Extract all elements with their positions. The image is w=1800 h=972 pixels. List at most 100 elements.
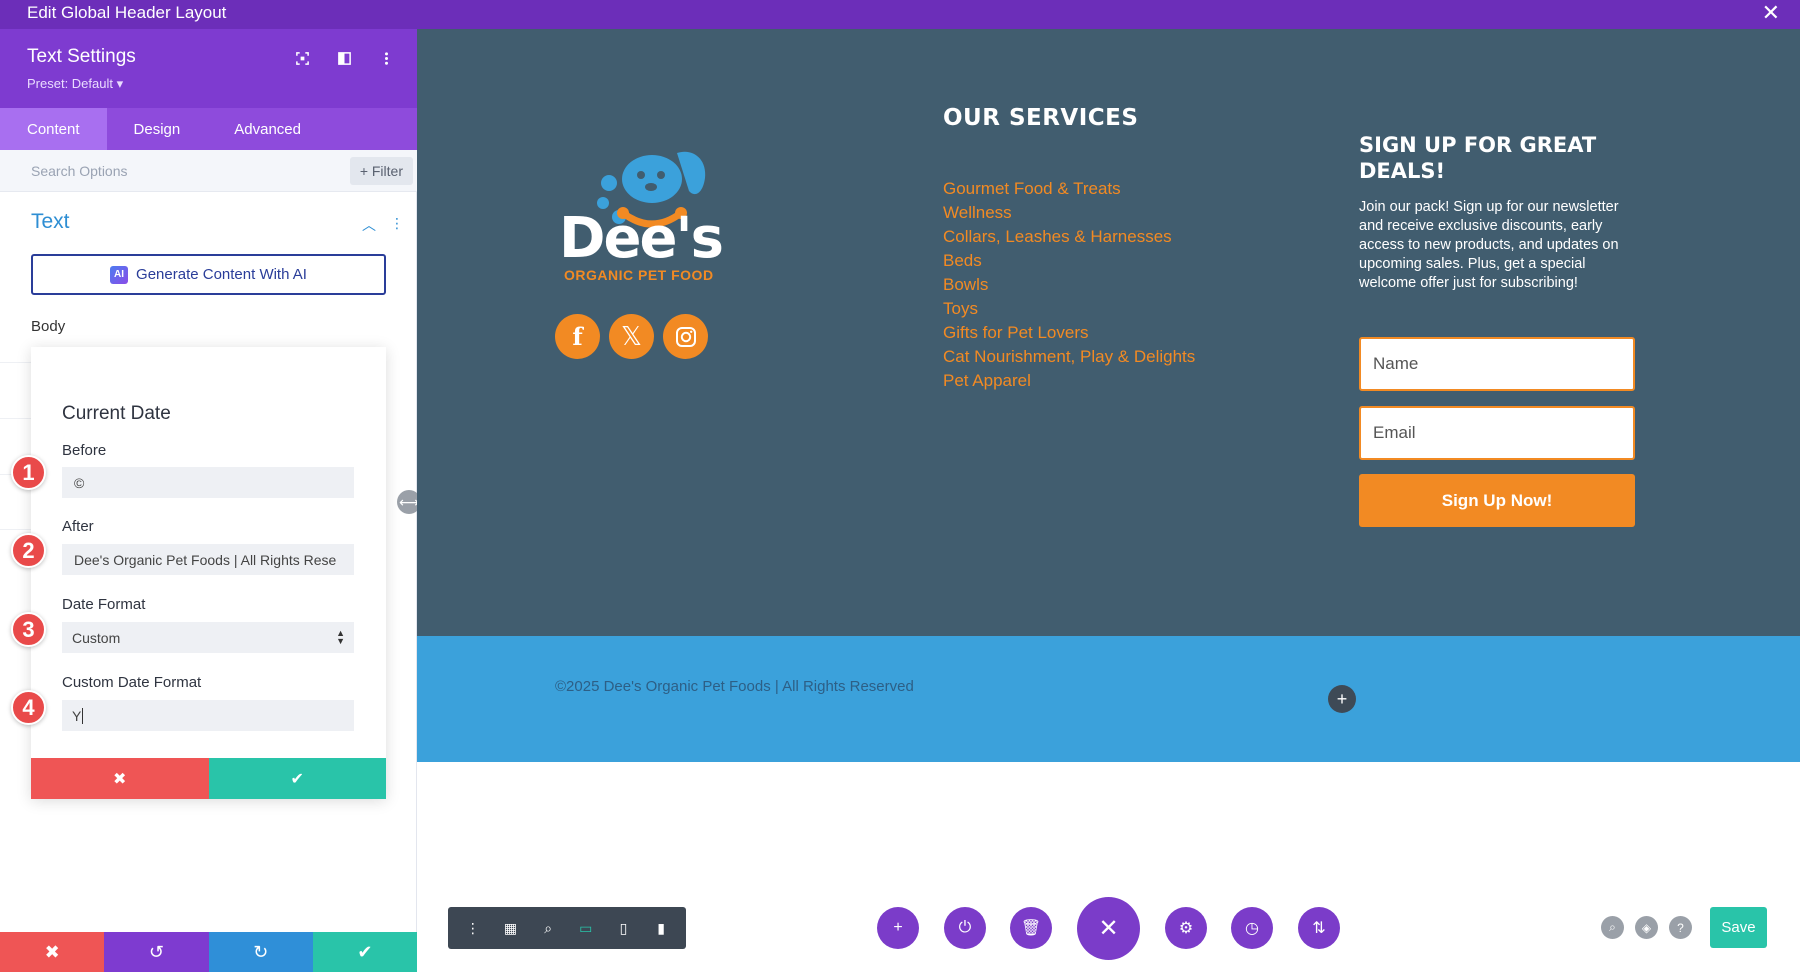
text-section-title[interactable]: Text [31, 210, 70, 234]
social-links: f 𝕏 [555, 314, 708, 359]
layers-icon[interactable]: ◈ [1635, 916, 1658, 939]
service-link[interactable]: Toys [943, 297, 1195, 321]
custom-format-field[interactable]: Y [62, 700, 354, 731]
copyright-text[interactable]: ©2025 Dee's Organic Pet Foods | All Righ… [555, 678, 914, 695]
zoom-icon[interactable]: ⌕ [535, 915, 561, 941]
power-icon[interactable]: ⏻ [944, 907, 986, 949]
history-icon[interactable]: ◷ [1231, 907, 1273, 949]
add-module-button[interactable]: + [877, 907, 919, 949]
signup-button[interactable]: Sign Up Now! [1359, 474, 1635, 527]
split-view-icon[interactable] [333, 47, 355, 69]
service-link[interactable]: Pet Apparel [943, 369, 1195, 393]
before-field[interactable] [62, 467, 354, 498]
before-label: Before [62, 442, 107, 459]
after-field[interactable] [62, 544, 354, 575]
tab-design[interactable]: Design [107, 108, 208, 150]
popup-title: Current Date [62, 403, 171, 424]
copyright-section [417, 636, 1800, 762]
wireframe-icon[interactable]: ▦ [497, 915, 523, 941]
annotation-3: 3 [11, 612, 46, 647]
date-format-select[interactable]: Custom ▲ ▼ [62, 622, 354, 653]
redo-button[interactable]: ↻ [208, 932, 313, 972]
panel-header: Text Settings Preset: Default ▾ [0, 29, 417, 108]
apply-button[interactable]: ✔ [312, 932, 417, 972]
after-label: After [62, 518, 94, 535]
redo-icon: ↻ [253, 941, 269, 962]
brand-tagline: ORGANIC PET FOOD [564, 267, 714, 283]
phone-view-icon[interactable]: ▮ [648, 915, 674, 941]
undo-button[interactable]: ↺ [104, 932, 209, 972]
brand-name: Dee's [559, 206, 724, 271]
ai-icon: AI [110, 265, 129, 284]
x-twitter-icon[interactable]: 𝕏 [609, 314, 654, 359]
services-title: OUR SERVICES [943, 105, 1139, 131]
filter-button[interactable]: + Filter [349, 157, 413, 185]
check-icon: ✔ [290, 770, 304, 788]
annotation-4: 4 [11, 690, 46, 725]
right-tools: ⌕ ◈ ? [1601, 916, 1692, 939]
undo-icon: ↺ [148, 941, 164, 962]
signup-description: Join our pack! Sign up for our newslette… [1359, 199, 1619, 291]
more-options-icon[interactable]: ⋮ [460, 915, 486, 941]
help-icon[interactable]: ? [1669, 916, 1692, 939]
close-icon: ✖ [113, 770, 127, 788]
fullscreen-icon[interactable] [291, 47, 313, 69]
trash-icon[interactable]: 🗑 [1010, 907, 1052, 949]
annotation-2: 2 [11, 533, 46, 568]
close-icon[interactable]: ✕ [1762, 0, 1780, 26]
signup-title: SIGN UP FOR GREAT DEALS! [1359, 133, 1597, 183]
portability-icon[interactable]: ⇅ [1298, 907, 1340, 949]
tab-content[interactable]: Content [0, 108, 107, 150]
tab-advanced[interactable]: Advanced [207, 108, 328, 150]
popup-cancel-button[interactable]: ✖ [31, 758, 209, 799]
generate-ai-button[interactable]: AI Generate Content With AI [31, 254, 386, 295]
panel-tabs: Content Design Advanced [0, 108, 417, 150]
tablet-view-icon[interactable]: ▯ [610, 915, 636, 941]
custom-format-value: Y [72, 707, 82, 724]
chevron-up-icon[interactable]: ︿ [362, 215, 376, 235]
more-options-icon[interactable] [375, 47, 397, 69]
select-arrows-icon: ▲ ▼ [336, 628, 345, 646]
popup-confirm-button[interactable]: ✔ [208, 758, 386, 799]
search-icon[interactable]: ⌕ [1601, 916, 1624, 939]
panel-title: Text Settings [27, 46, 136, 67]
text-cursor [82, 707, 84, 724]
date-format-label: Date Format [62, 596, 146, 613]
services-list: Gourmet Food & Treats Wellness Collars, … [943, 177, 1195, 393]
window-title: Edit Global Header Layout [27, 3, 227, 22]
top-bar: Edit Global Header Layout ✕ [0, 0, 1800, 29]
signup-name-input[interactable] [1359, 337, 1635, 391]
preset-selector[interactable]: Preset: Default ▾ [27, 76, 123, 92]
dynamic-content-popup: Current Date Before After Date Format Cu… [31, 347, 386, 799]
settings-gear-icon[interactable]: ⚙ [1165, 907, 1207, 949]
save-button[interactable]: Save [1710, 907, 1767, 948]
signup-email-input[interactable] [1359, 406, 1635, 460]
desktop-view-icon[interactable]: ▭ [573, 915, 599, 941]
service-link[interactable]: Cat Nourishment, Play & Delights [943, 345, 1195, 369]
close-icon: ✖ [44, 941, 60, 962]
panel-bottom-bar: ✖ ↺ ↻ ✔ [0, 932, 417, 972]
close-builder-button[interactable]: ✕ [1077, 897, 1140, 960]
service-link[interactable]: Gifts for Pet Lovers [943, 321, 1195, 345]
service-link[interactable]: Beds [943, 249, 1195, 273]
settings-panel: Text Settings Preset: Default ▾ Content … [0, 29, 417, 972]
service-link[interactable]: Gourmet Food & Treats [943, 177, 1195, 201]
service-link[interactable]: Collars, Leashes & Harnesses [943, 225, 1195, 249]
add-row-button[interactable]: + [1328, 685, 1356, 713]
check-icon: ✔ [357, 941, 373, 962]
view-toolbar: ⋮ ▦ ⌕ ▭ ▯ ▮ [448, 907, 686, 949]
section-more-icon[interactable]: ⋮ [390, 215, 404, 235]
search-row: + Filter [0, 150, 417, 192]
annotation-1: 1 [11, 455, 46, 490]
footer-main-section: Dee's ORGANIC PET FOOD f 𝕏 OUR SERVICES … [417, 29, 1800, 636]
discard-button[interactable]: ✖ [0, 932, 105, 972]
facebook-icon[interactable]: f [555, 314, 600, 359]
generate-ai-label: Generate Content With AI [136, 266, 307, 283]
service-link[interactable]: Bowls [943, 273, 1195, 297]
body-label: Body [31, 318, 66, 335]
service-link[interactable]: Wellness [943, 201, 1195, 225]
date-format-value: Custom [72, 629, 121, 646]
search-options-input[interactable] [0, 150, 330, 192]
custom-format-label: Custom Date Format [62, 674, 202, 691]
instagram-icon[interactable] [663, 314, 708, 359]
